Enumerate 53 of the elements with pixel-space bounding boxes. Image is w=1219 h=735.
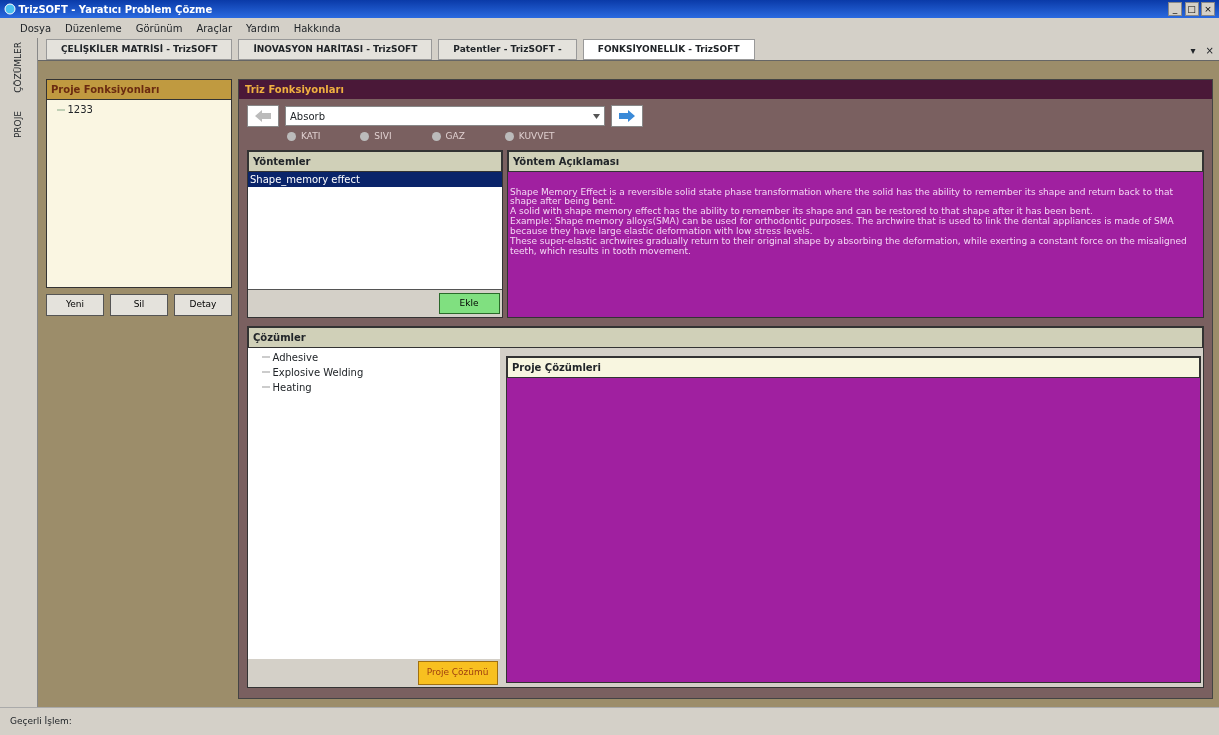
side-tab[interactable]: PROJE <box>11 110 26 138</box>
function-dropdown[interactable]: Absorb <box>285 106 605 126</box>
state-radio[interactable]: KATI <box>287 130 321 144</box>
app-icon <box>4 3 16 15</box>
list-item[interactable]: Explosive Welding <box>272 364 364 380</box>
list-item[interactable]: 1233 <box>67 102 93 117</box>
state-radio[interactable]: GAZ <box>431 130 465 144</box>
document-tab[interactable]: İNOVASYON HARİTASI - TrizSOFT <box>238 38 433 60</box>
panel-button[interactable]: Sil <box>110 294 168 316</box>
menu-item[interactable]: Düzenleme <box>65 20 122 36</box>
left-arrow-icon <box>255 110 271 122</box>
state-radio[interactable]: KUVVET <box>504 130 555 144</box>
back-button[interactable] <box>247 105 279 127</box>
document-tab[interactable]: FONKSİYONELLİK - TrizSOFT <box>582 38 755 60</box>
panel-header: Proje Çözümleri <box>507 356 1200 378</box>
document-tab[interactable]: Patentler - TrizSOFT - <box>438 38 577 60</box>
window-control-button[interactable]: _ <box>1168 2 1182 16</box>
add-button[interactable]: Ekle <box>438 292 500 314</box>
caret-icon <box>593 113 600 119</box>
menu-item[interactable]: Görünüm <box>135 20 183 36</box>
description-text: A solid with shape memory effect has the ability to remember its shape and can be restored to that shape after it has been bent. <box>510 207 1093 218</box>
description-text: Example: Shape memory alloys(SMA) can be used for orthodontic purposes. The archwire that is used to link the dental appliances is made of SMA because they have large elastic deformation with low stress levels. <box>510 217 1175 237</box>
panel-header: Proje Fonksiyonları <box>46 79 232 100</box>
menu-item[interactable]: Dosya <box>20 20 52 36</box>
state-radio[interactable]: SIVI <box>360 130 392 144</box>
menu-item[interactable]: Yardım <box>246 20 280 36</box>
panel-header: Triz Fonksiyonları <box>239 80 1212 99</box>
panel-header: Yöntem Açıklaması <box>508 150 1203 172</box>
tree-line-icon <box>262 369 270 375</box>
tab-control[interactable]: × <box>1205 42 1214 58</box>
list-item[interactable]: Adhesive <box>272 349 319 365</box>
description-text: These super-elastic archwires gradually return to their original shape by absorbing the deformation, while exerting a constant force on the misaligned teeth, which results in tooth movement. <box>510 236 1188 257</box>
panel-header: Çözümler <box>248 326 1203 348</box>
panel-header: Yöntemler <box>248 150 502 172</box>
window-title: TrizSOFT - Yaratıcı Problem Çözme <box>18 2 214 17</box>
list-item[interactable]: Heating <box>272 379 312 395</box>
document-tab[interactable]: ÇELİŞKİLER MATRİSİ - TrizSOFT <box>46 38 233 60</box>
window-control-button[interactable]: × <box>1201 2 1215 16</box>
tree-line-icon <box>57 106 65 113</box>
tab-control[interactable]: ▾ <box>1190 42 1196 58</box>
panel-button[interactable]: Detay <box>174 294 232 316</box>
project-solution-button[interactable]: Proje Çözümü <box>417 661 498 685</box>
status-text: Geçerli İşlem: <box>0 707 1219 735</box>
panel-button[interactable]: Yeni <box>46 294 104 316</box>
menu-item[interactable]: Araçlar <box>196 20 233 36</box>
window-control-button[interactable]: □ <box>1184 2 1199 16</box>
description-text: Shape Memory Effect is a reversible solid state phase transformation where the solid has the ability to remember its shape and return back to that shape after being bent. <box>510 187 1175 208</box>
menu-item[interactable]: Hakkında <box>293 20 341 36</box>
right-arrow-icon <box>619 110 635 122</box>
forward-button[interactable] <box>611 105 643 127</box>
tree-line-icon <box>262 354 270 360</box>
tree-line-icon <box>262 384 270 390</box>
side-tab[interactable]: ÇÖZÜMLER <box>11 42 26 93</box>
